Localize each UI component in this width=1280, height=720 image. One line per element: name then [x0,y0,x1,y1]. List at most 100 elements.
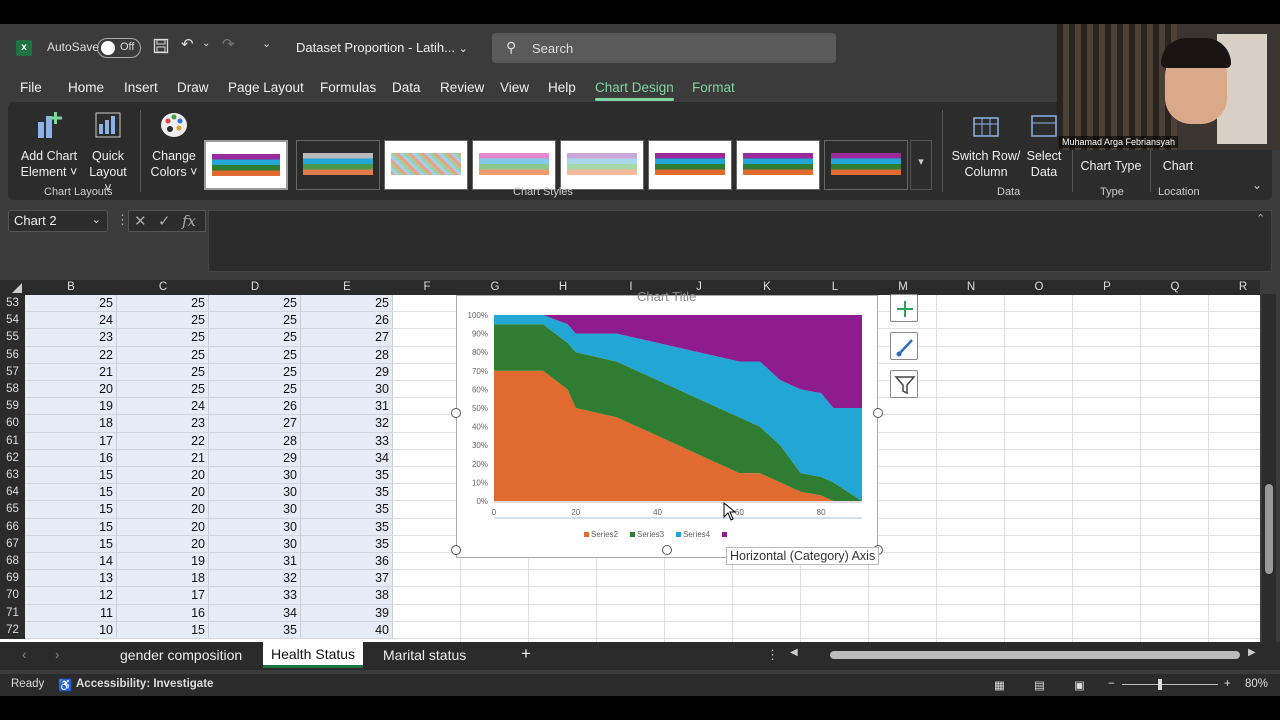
table-cell[interactable]: 31 [209,553,301,571]
tab-chart-design[interactable]: Chart Design [595,80,674,101]
save-icon[interactable] [153,38,169,58]
row-header[interactable]: 58 [0,381,25,399]
table-cell[interactable]: 20 [117,484,209,502]
column-header-d[interactable]: D [209,280,301,295]
change-colors-button[interactable]: Change Colors ˅ [148,110,200,180]
accessibility-icon[interactable]: ♿ [58,678,72,692]
table-cell[interactable]: 15 [25,535,117,553]
column-header-q[interactable]: Q [1141,280,1209,295]
document-title[interactable]: Dataset Proportion - Latih... ⌄ [296,40,468,55]
table-cell[interactable]: 17 [117,587,209,605]
zoom-slider[interactable] [1122,679,1218,690]
table-cell[interactable]: 30 [209,518,301,536]
table-cell[interactable]: 15 [117,621,209,639]
column-header-p[interactable]: P [1073,280,1141,295]
ribbon-collapse-icon[interactable]: ⌄ [1252,178,1262,192]
scroll-right-icon[interactable]: ▶ [1248,647,1256,658]
row-header[interactable]: 61 [0,432,25,450]
table-cell[interactable]: 11 [25,604,117,622]
cancel-icon[interactable]: ✕ [134,212,147,230]
sheet-tab-marital-status[interactable]: Marital status [383,647,466,663]
chart-styles-brush-icon[interactable] [890,332,918,360]
redo-icon[interactable]: ↷ [222,35,235,53]
zoom-in-button[interactable]: + [1224,678,1231,690]
table-cell[interactable]: 25 [301,295,393,313]
table-cell[interactable]: 21 [117,449,209,467]
zoom-slider-thumb[interactable] [1158,679,1162,690]
table-cell[interactable]: 25 [209,329,301,347]
row-header[interactable]: 53 [0,295,25,313]
customize-toolbar-icon[interactable]: ⌄ [262,37,271,50]
row-header[interactable]: 57 [0,363,25,381]
chart-style-7[interactable] [736,140,820,190]
table-cell[interactable]: 33 [301,432,393,450]
table-cell[interactable]: 19 [25,398,117,416]
vertical-scrollbar[interactable] [1262,294,1276,642]
table-cell[interactable]: 12 [25,587,117,605]
table-cell[interactable]: 35 [301,484,393,502]
insert-function-icon[interactable]: fx [182,212,196,230]
table-cell[interactable]: 32 [301,415,393,433]
table-cell[interactable]: 30 [209,484,301,502]
formula-collapse-icon[interactable]: ⌃ [1256,212,1265,225]
table-cell[interactable]: 35 [209,621,301,639]
vertical-scroll-thumb[interactable] [1265,484,1273,574]
chart-elements-button[interactable] [890,294,918,322]
table-cell[interactable]: 26 [209,398,301,416]
row-header[interactable]: 65 [0,501,25,519]
column-header-b[interactable]: B [25,280,117,295]
table-cell[interactable]: 31 [301,398,393,416]
table-cell[interactable]: 15 [25,518,117,536]
table-cell[interactable]: 25 [117,329,209,347]
table-cell[interactable]: 23 [117,415,209,433]
tab-page-layout[interactable]: Page Layout [228,80,304,95]
chart-style-8[interactable] [824,140,908,190]
table-cell[interactable]: 35 [301,518,393,536]
column-header-h[interactable]: H [529,280,597,295]
table-cell[interactable]: 27 [301,329,393,347]
row-header[interactable]: 54 [0,312,25,330]
prev-sheet-icon[interactable]: ‹ [22,647,26,662]
row-header[interactable]: 67 [0,535,25,553]
column-header-g[interactable]: G [461,280,529,295]
add-sheet-button[interactable]: + [521,644,531,664]
chart-style-4[interactable] [472,140,556,190]
zoom-level[interactable]: 80% [1245,678,1268,690]
table-cell[interactable]: 19 [117,553,209,571]
table-cell[interactable]: 30 [209,535,301,553]
table-cell[interactable]: 28 [209,432,301,450]
table-cell[interactable]: 16 [117,604,209,622]
table-cell[interactable]: 25 [117,363,209,381]
table-cell[interactable]: 15 [25,484,117,502]
table-cell[interactable]: 22 [25,346,117,364]
undo-icon[interactable]: ↶ [181,35,194,53]
table-cell[interactable]: 15 [25,501,117,519]
table-cell[interactable]: 32 [209,570,301,588]
scroll-left-icon[interactable]: ◀ [790,647,798,658]
row-header[interactable]: 69 [0,570,25,588]
row-header[interactable]: 64 [0,484,25,502]
column-header-l[interactable]: L [801,280,869,295]
tab-format[interactable]: Format [692,80,735,95]
add-chart-element-button[interactable]: Add Chart Element ˅ [16,110,82,180]
table-cell[interactable]: 35 [301,467,393,485]
table-cell[interactable]: 25 [209,381,301,399]
tab-help[interactable]: Help [548,80,576,95]
table-cell[interactable]: 20 [117,535,209,553]
enter-icon[interactable]: ✓ [158,212,171,230]
tab-view[interactable]: View [500,80,529,95]
name-box[interactable]: Chart 2 ⌄ [8,210,108,232]
table-cell[interactable]: 13 [25,570,117,588]
switch-row-column-button[interactable]: Switch Row/ Column [948,110,1024,180]
next-sheet-icon[interactable]: › [55,647,59,662]
table-cell[interactable]: 33 [209,587,301,605]
table-cell[interactable]: 40 [301,621,393,639]
horizontal-scrollbar[interactable]: ◀ ▶ [790,647,1260,663]
chart-styles-more-icon[interactable]: ▾ [910,140,932,190]
chart-resize-handle-left[interactable] [451,408,461,418]
table-cell[interactable]: 25 [117,346,209,364]
chart-style-6[interactable] [648,140,732,190]
undo-dropdown-icon[interactable]: ⌄ [202,38,210,49]
row-header[interactable]: 60 [0,415,25,433]
row-header[interactable]: 59 [0,398,25,416]
